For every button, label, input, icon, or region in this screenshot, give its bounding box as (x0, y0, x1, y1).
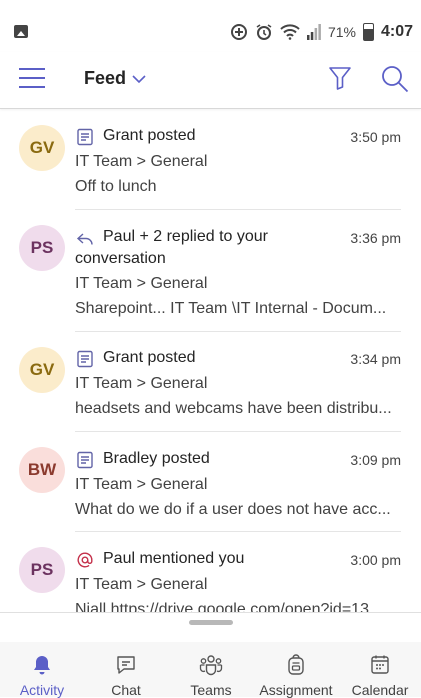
item-title: Paul + 2 replied to your (103, 228, 268, 245)
avatar: BW (19, 447, 65, 493)
item-channel: IT Team > General (75, 576, 208, 593)
feed-item[interactable]: PS Paul mentioned you 3:00 pm IT Team > … (0, 532, 421, 612)
app-bar: Feed (0, 52, 421, 109)
page-title: Feed (84, 68, 127, 88)
feed-item[interactable]: BW Bradley posted 3:09 pm IT Team > Gene… (0, 432, 421, 532)
item-time: 3:36 pm (350, 230, 401, 246)
tab-assignment[interactable]: Assignment (256, 654, 336, 698)
post-icon (75, 349, 95, 369)
reply-icon (75, 228, 95, 248)
tab-activity[interactable]: Activity (2, 654, 82, 698)
item-time: 3:09 pm (350, 452, 401, 468)
avatar: GV (19, 125, 65, 171)
avatar: PS (19, 225, 65, 271)
item-channel: IT Team > General (75, 153, 208, 170)
backpack-icon (288, 654, 304, 675)
tab-teams[interactable]: Teams (171, 654, 251, 698)
teams-icon (199, 655, 223, 676)
avatar: PS (19, 547, 65, 593)
avatar: GV (19, 347, 65, 393)
item-time: 3:50 pm (350, 129, 401, 145)
tab-calendar[interactable]: Calendar (340, 654, 420, 698)
tab-chat[interactable]: Chat (86, 654, 166, 698)
tab-label: Chat (111, 682, 141, 698)
bell-icon (34, 656, 50, 675)
item-channel: IT Team > General (75, 476, 208, 493)
item-time: 3:00 pm (350, 552, 401, 568)
item-title: Bradley posted (103, 450, 210, 467)
search-icon[interactable] (380, 64, 410, 99)
signal-icon (306, 24, 321, 40)
chevron-down-icon (132, 74, 146, 83)
item-preview: Off to lunch (75, 178, 157, 195)
status-bar: 71% 4:07 (0, 0, 421, 52)
mention-icon (75, 550, 95, 570)
feed-selector[interactable]: Feed (84, 68, 146, 89)
item-preview: headsets and webcams have been distribu.… (75, 400, 392, 417)
item-title: Paul mentioned you (103, 550, 245, 567)
item-preview: Sharepoint... IT Team \IT Internal - Doc… (75, 300, 387, 317)
feed-item[interactable]: GV Grant posted 3:34 pm IT Team > Genera… (0, 332, 421, 432)
tab-label: Teams (190, 682, 232, 698)
wifi-icon (280, 24, 300, 40)
filter-icon[interactable] (328, 65, 352, 96)
status-icons: 71% 4:07 (230, 22, 413, 42)
battery-icon (362, 23, 374, 41)
tab-label: Assignment (259, 682, 333, 698)
item-title: Grant posted (103, 349, 196, 366)
item-title: Grant posted (103, 127, 196, 144)
tab-bar-drawer[interactable] (0, 612, 421, 643)
item-channel: IT Team > General (75, 375, 208, 392)
feed-item[interactable]: PS Paul + 2 replied to your 3:36 pm conv… (0, 210, 421, 332)
item-time: 3:34 pm (350, 351, 401, 367)
tab-label: Calendar (351, 682, 409, 698)
alarm-icon (256, 24, 272, 40)
feed-item[interactable]: GV Grant posted 3:50 pm IT Team > Genera… (0, 110, 421, 210)
image-notification-icon (14, 25, 28, 38)
bottom-tab-bar: Activity Chat Teams Assignment Calendar (0, 642, 421, 698)
post-icon (75, 127, 95, 147)
chat-icon (117, 656, 135, 674)
item-preview: What do we do if a user does not have ac… (75, 501, 391, 518)
item-preview: Niall https://drive.google.com/open?id=1… (75, 601, 369, 612)
item-channel: IT Team > General (75, 275, 208, 292)
tab-label: Activity (19, 682, 65, 698)
item-title-continued: conversation (75, 250, 166, 267)
battery-percent: 71% (327, 24, 356, 40)
clock: 4:07 (380, 23, 413, 40)
hamburger-menu-icon[interactable] (18, 67, 46, 89)
post-icon (75, 450, 95, 470)
calendar-icon (371, 655, 389, 674)
activity-feed: GV Grant posted 3:50 pm IT Team > Genera… (0, 110, 421, 612)
data-saver-icon (230, 24, 247, 40)
drag-handle[interactable] (189, 620, 233, 625)
